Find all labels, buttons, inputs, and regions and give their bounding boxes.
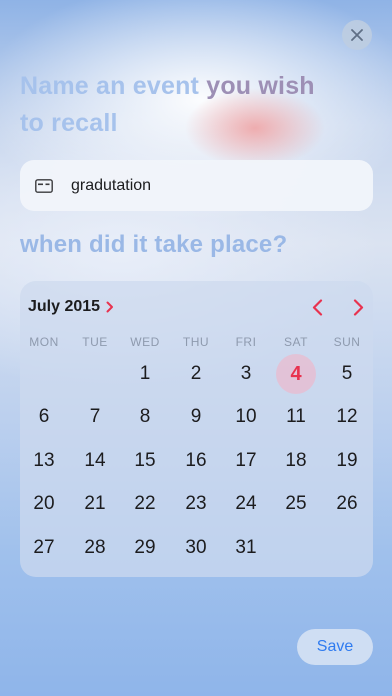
save-button[interactable]: Save [297, 629, 373, 665]
calendar-day[interactable]: 20 [24, 484, 64, 524]
calendar-day[interactable]: 29 [125, 528, 165, 568]
calendar-day[interactable]: 10 [226, 397, 266, 437]
calendar-day[interactable]: 3 [226, 354, 266, 394]
calendar-day[interactable]: 31 [226, 528, 266, 568]
calendar-day[interactable]: 18 [276, 441, 316, 481]
calendar-day-selected[interactable]: 4 [276, 354, 316, 394]
calendar-day[interactable]: 13 [24, 441, 64, 481]
calendar-day[interactable]: 19 [327, 441, 367, 481]
title-part-3: to recall [20, 109, 118, 137]
previous-month-button[interactable] [309, 298, 325, 316]
page-title: Name an event you wish to recall [20, 68, 350, 142]
event-name-field[interactable]: gradutation [20, 160, 373, 211]
calendar-day[interactable]: 9 [176, 397, 216, 437]
calendar-day[interactable]: 12 [327, 397, 367, 437]
calendar-day[interactable]: 21 [75, 484, 115, 524]
weekday-header: MON TUE WED THU FRI SAT SUN [20, 335, 373, 351]
calendar-day[interactable]: 15 [125, 441, 165, 481]
date-prompt: when did it take place? [20, 231, 288, 258]
weekday-label: TUE [82, 335, 108, 349]
weekday-label: FRI [235, 335, 257, 349]
calendar-day[interactable]: 27 [24, 528, 64, 568]
calendar-day[interactable]: 30 [176, 528, 216, 568]
month-picker[interactable]: July 2015 [28, 298, 114, 316]
calendar-day[interactable]: 25 [276, 484, 316, 524]
weekday-label: THU [182, 335, 210, 349]
calendar-day[interactable]: 5 [327, 354, 367, 394]
calendar-day[interactable]: 28 [75, 528, 115, 568]
calendar-day[interactable]: 22 [125, 484, 165, 524]
calendar-day[interactable]: 11 [276, 397, 316, 437]
close-button[interactable] [342, 20, 372, 50]
calendar-day[interactable]: 1 [125, 354, 165, 394]
chevron-right-icon [353, 298, 363, 316]
weekday-label: MON [29, 335, 59, 349]
weekday-label: SAT [284, 335, 308, 349]
calendar-day[interactable]: 24 [226, 484, 266, 524]
weekday-label: WED [130, 335, 160, 349]
title-part-1: Name an event [20, 72, 207, 100]
close-icon [351, 29, 363, 41]
calendar-day[interactable]: 26 [327, 484, 367, 524]
calendar: July 2015 MON TUE WED THU FRI SAT SUN 12345678… [20, 281, 373, 577]
calendar-day[interactable]: 6 [24, 397, 64, 437]
chevron-left-icon [312, 298, 322, 316]
calendar-day[interactable]: 23 [176, 484, 216, 524]
calendar-day[interactable]: 7 [75, 397, 115, 437]
calendar-day[interactable]: 8 [125, 397, 165, 437]
chevron-right-icon [106, 301, 114, 313]
weekday-label: SUN [333, 335, 361, 349]
calendar-day[interactable]: 17 [226, 441, 266, 481]
calendar-day[interactable]: 14 [75, 441, 115, 481]
calendar-day[interactable]: 16 [176, 441, 216, 481]
calendar-day[interactable]: 2 [176, 354, 216, 394]
month-label: July 2015 [28, 298, 101, 315]
id-card-icon [35, 178, 53, 193]
event-name-value: gradutation [71, 176, 152, 194]
title-part-2: you wish [206, 72, 315, 100]
next-month-button[interactable] [350, 298, 366, 316]
